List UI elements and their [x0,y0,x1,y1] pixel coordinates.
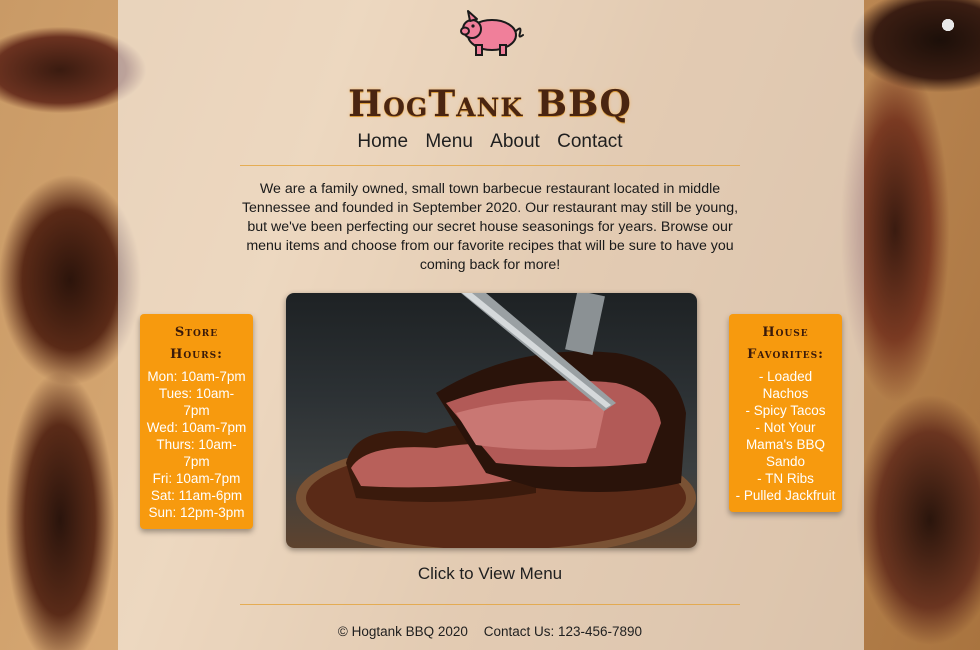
divider [240,604,740,605]
favorite-item: - Spicy Tacos [745,403,826,418]
main-nav: Home Menu About Contact [0,131,980,153]
store-hours-heading: Store Hours: [170,325,223,362]
store-hours-box: Store Hours: Mon: 10am-7pm Tues: 10am-7p… [140,314,253,529]
divider [240,165,740,166]
hours-line: Sat: 11am-6pm [150,488,243,503]
pig-icon [460,10,524,56]
nav-menu-link[interactable]: Menu [425,131,473,152]
copyright-text: © Hogtank BBQ 2020 [337,624,468,639]
favorite-item: - Pulled Jackfruit [735,488,836,503]
hours-line: Fri: 10am-7pm [152,471,241,486]
footer: © Hogtank BBQ 2020 Contact Us: 123-456-7… [0,624,980,639]
nav-contact-link[interactable]: Contact [557,131,622,152]
contact-text: Contact Us: 123-456-7890 [483,624,643,639]
favorite-item: - TN Ribs [757,471,814,486]
hours-line: Wed: 10am-7pm [146,420,247,435]
nav-home-link[interactable]: Home [357,131,408,152]
intro-paragraph: We are a family owned, small town barbec… [241,181,739,273]
nav-about-link[interactable]: About [490,131,540,152]
favorite-item: - Loaded Nachos [758,369,813,401]
brisket-photo [296,293,696,548]
brisket-photo-link[interactable] [286,293,697,548]
hours-line: Tues: 10am-7pm [158,386,235,418]
house-favorites-heading: House Favorites: [747,325,824,362]
hours-line: Mon: 10am-7pm [147,369,246,384]
view-menu-link[interactable]: Click to View Menu [0,564,980,584]
house-favorites-box: House Favorites: - Loaded Nachos - Spicy… [729,314,842,512]
hours-line: Thurs: 10am-7pm [156,437,237,469]
favorite-item: - Not Your Mama's BBQ Sando [745,420,826,469]
site-title: HogTank BBQ [348,83,632,125]
hours-line: Sun: 12pm-3pm [148,505,245,520]
